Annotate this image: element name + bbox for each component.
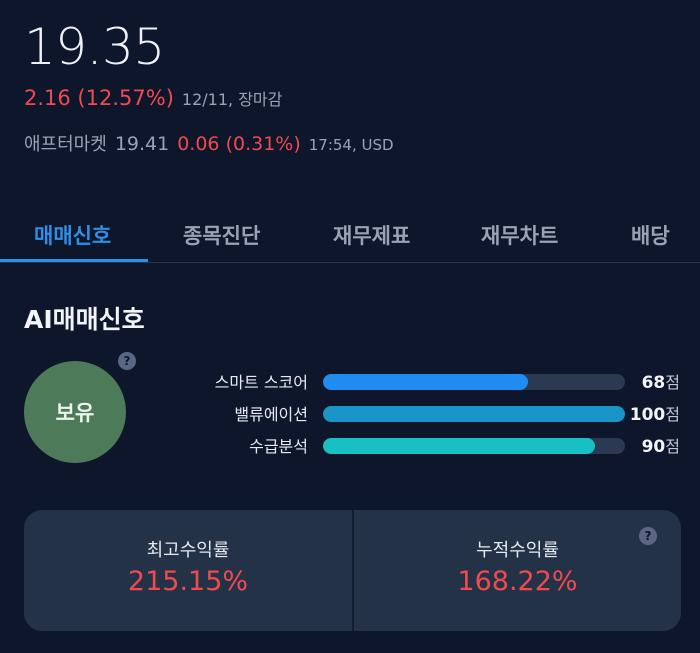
score-value: 100점 xyxy=(629,405,680,425)
help-icon[interactable]: ? xyxy=(639,527,657,545)
max-return-label: 최고수익률 xyxy=(146,540,230,561)
score-row-valuation: 밸류에이션 100점 xyxy=(160,401,700,425)
help-icon[interactable]: ? xyxy=(118,352,136,370)
change-meta: 12/11, 장마감 xyxy=(181,90,283,109)
score-row-smart: 스마트 스코어 68점 xyxy=(160,369,700,393)
score-label: 밸류에이션 xyxy=(234,405,308,424)
score-fill xyxy=(323,438,595,454)
score-row-supply-demand: 수급분석 90점 xyxy=(160,433,700,457)
score-label: 스마트 스코어 xyxy=(214,373,308,392)
score-fill xyxy=(323,406,625,422)
after-market-label: 애프터마켓 xyxy=(24,134,107,155)
active-tab-indicator xyxy=(0,259,148,262)
score-value: 68점 xyxy=(641,373,680,393)
cumulative-return-value: 168.22% xyxy=(457,566,578,597)
tab-trading-signal[interactable]: 매매신호 xyxy=(34,220,111,250)
cumulative-return-label: 누적수익률 xyxy=(476,540,559,561)
section-title: AI매매신호 xyxy=(24,305,145,334)
tab-dividends[interactable]: 배당 xyxy=(631,220,670,250)
score-track xyxy=(323,374,625,390)
price-main: 19.35 xyxy=(24,18,165,76)
tab-stock-diagnosis[interactable]: 종목진단 xyxy=(183,220,260,250)
signal-badge: 보유 xyxy=(24,361,126,463)
after-market-meta: 17:54, USD xyxy=(308,136,394,154)
score-track xyxy=(323,438,625,454)
tab-financial-statements[interactable]: 재무제표 xyxy=(333,220,410,250)
max-return-value: 215.15% xyxy=(127,566,249,597)
score-track xyxy=(323,406,625,422)
score-fill xyxy=(323,374,529,390)
max-return-block: 최고수익률 215.15% xyxy=(24,510,352,631)
cumulative-return-block: 누적수익률 168.22% xyxy=(354,510,681,631)
after-market-change: 0.06 (0.31%) xyxy=(177,133,301,155)
score-value: 90점 xyxy=(641,437,680,457)
score-label: 수급분석 xyxy=(249,437,308,456)
signal-label: 보유 xyxy=(55,401,95,425)
after-market-row: 애프터마켓 19.41 0.06 (0.31%) 17:54, USD xyxy=(24,130,394,156)
tab-bar: 매매신호 종목진단 재무제표 재무차트 배당 xyxy=(0,212,700,263)
price-change: 2.16 (12.57%) xyxy=(24,86,174,110)
after-market-price: 19.41 xyxy=(114,133,170,155)
tab-financial-charts[interactable]: 재무차트 xyxy=(481,220,558,250)
returns-card: 최고수익률 215.15% 누적수익률 168.22% ? xyxy=(24,510,681,631)
change-row: 2.16 (12.57%) 12/11, 장마감 xyxy=(24,86,282,110)
